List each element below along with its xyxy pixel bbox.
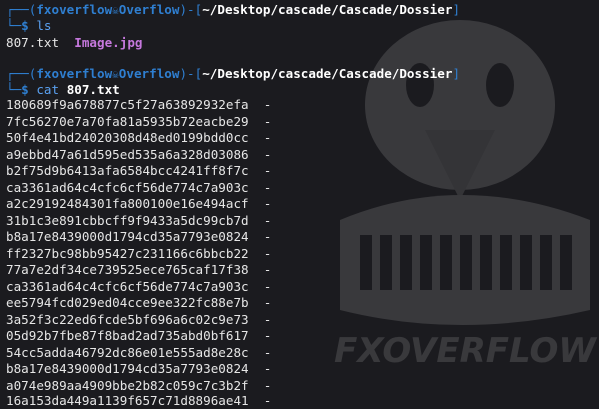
prompt-path: ~/Desktop/cascade/Cascade/Dossier	[202, 66, 453, 81]
hash-line: b8a17e8439000d1794cd35a7793e0824 -	[6, 229, 272, 244]
hash-line: ca3361ad64c4cfc6cf56de774c7a903c -	[6, 179, 272, 195]
skull-icon: ☠	[112, 68, 119, 81]
prompt-host: Overflow	[118, 66, 180, 81]
hash-line: ca3361ad64c4cfc6cf56de774c7a903c -	[6, 278, 272, 294]
prompt-line-1-command: └─$ ls	[6, 18, 52, 33]
hash-line: 3a52f3c22ed6fcde5bf696a6c02c9e73 -	[6, 311, 272, 327]
hash-line: 180689f9a678877c5f27a63892932efa -	[6, 97, 272, 112]
hash-line: 05d92b7fbe87f8bad2ad735abd0bf617 -	[6, 328, 272, 343]
hash-line: 31b1c3e891cbbcff9f9433a5dc99cb7d -	[6, 212, 272, 228]
hash-line: 50f4e41bd24020308d48ed0199bdd0cc -	[6, 130, 272, 145]
hash-line: a9ebbd47a61d595ed535a6a328d03086 -	[6, 146, 272, 162]
command-cat: cat	[36, 82, 60, 97]
hash-line: 7fc56270e7a70fa81a5935b72eacbe29 -	[6, 113, 272, 129]
prompt-line-1-header: ┌──(fxoverflow☠Overflow)-[~/Desktop/casc…	[6, 2, 461, 17]
hash-line: b2f75d9b6413afa6584bcc4241ff8f7c -	[6, 163, 272, 178]
prompt-path: ~/Desktop/cascade/Cascade/Dossier	[202, 2, 453, 17]
hash-line: ee5794fcd029ed04cce9ee322fc88e7b -	[6, 295, 272, 310]
hash-line: 16a153da449a1139f657c71d8896ae41 -	[6, 393, 272, 408]
watermark-text: FXOVERFLOW	[334, 331, 597, 371]
hash-line: a074e989aa4909bbe2b82c059c7c3b2f -	[6, 377, 272, 393]
hash-line: 77a7e2df34ce739525ece765caf17f38 -	[6, 262, 272, 277]
file-image-jpg[interactable]: Image.jpg	[74, 35, 142, 50]
file-807-txt[interactable]: 807.txt	[6, 35, 59, 50]
skull-icon: ☠	[112, 4, 119, 17]
hash-line: b8a17e8439000d1794cd35a7793e0824 -	[6, 361, 272, 376]
ls-output: 807.txt Image.jpg	[6, 35, 143, 51]
hash-line: ff2327bc98bb95427c231166c6bbcb22 -	[6, 245, 272, 261]
prompt-host: Overflow	[118, 2, 180, 17]
prompt-user: fxoverflow	[36, 2, 113, 17]
hash-line: 54cc5adda46792dc86e01e555ad8e28c -	[6, 344, 272, 360]
terminal-window[interactable]: FXOVERFLOW ┌──(fxoverflow☠Overflow)-[~/D…	[0, 0, 599, 408]
command-argument: 807.txt	[66, 82, 120, 97]
prompt-line-2-header: ┌──(fxoverflow☠Overflow)-[~/Desktop/casc…	[6, 66, 461, 81]
prompt-line-2-command: └─$ cat 807.txt	[6, 82, 120, 97]
prompt-user: fxoverflow	[36, 66, 113, 81]
command-ls: ls	[36, 18, 52, 33]
hash-line: a2c29192484301fa800100e16e494acf -	[6, 196, 272, 211]
